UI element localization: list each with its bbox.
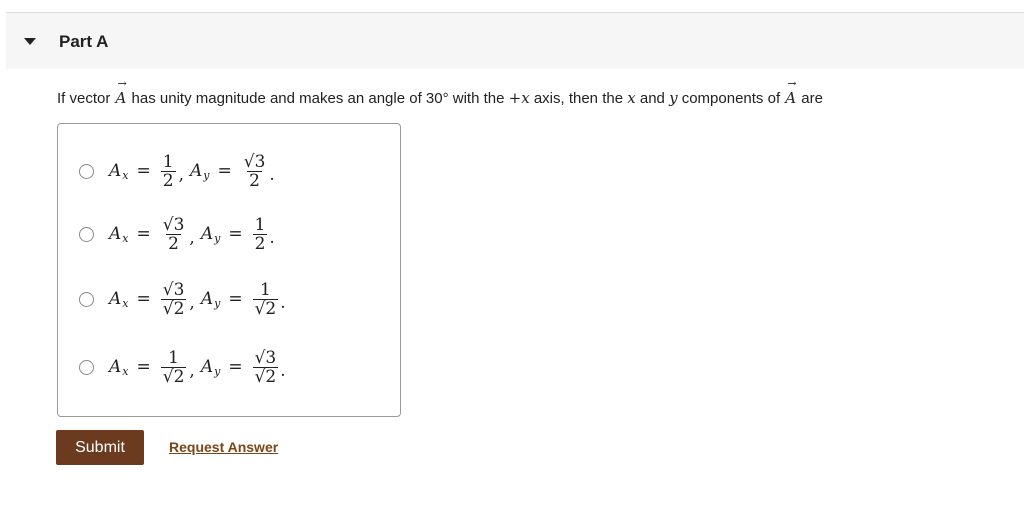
subscript-y: y [203,168,210,182]
answer-option-2[interactable]: Ax = √3 2 , Ay = 12 . [58,204,400,264]
comma: , [189,228,195,248]
ax-fraction: 12 [160,151,176,191]
part-header[interactable]: Part A [6,13,1024,69]
equals-sign: = [228,224,243,244]
subscript-y: y [214,364,221,378]
numerator: √3 [162,214,185,235]
question-fragment: are [797,90,823,107]
ax-fraction: √3 2 [161,216,187,253]
equals-sign: = [136,224,151,244]
denominator: 2 [166,233,181,254]
component-symbol: A [200,357,214,377]
subscript-x: x [122,168,129,182]
part-title: Part A [59,32,109,51]
question-fragment: axis, then the [529,90,628,107]
option-math: Ax = √3 √2 , Ay = 1 √2 . [109,281,286,318]
subscript-y: y [214,231,221,245]
component-symbol: A [109,161,122,181]
y-symbol: y [669,89,678,107]
equals-sign: = [228,289,243,309]
x-symbol: x [627,89,636,107]
plus-x-axis: +x [508,89,530,107]
component-symbol: A [109,224,122,244]
denominator: √2 [252,366,279,387]
denominator: √2 [160,298,187,319]
equals-sign: = [136,357,151,377]
period: . [280,361,286,381]
component-symbol: A [109,289,122,309]
equals-sign: = [136,161,151,181]
numerator: √3 [243,151,266,172]
caret-down-icon[interactable] [24,38,36,45]
numerator: √3 [254,347,277,368]
numerator: √3 [162,279,185,300]
denominator: √2 [252,298,279,319]
option-math: Ax = 1 √2 , Ay = √3 √2 . [109,349,286,386]
numerator: 1 [254,214,266,235]
ax-fraction: 1 √2 [160,347,187,387]
equals-sign: = [228,357,243,377]
question-fragment: components of [677,90,785,107]
ay-fraction: 12 [252,214,268,254]
question-fragment: and [635,90,670,107]
ay-fraction: √3 √2 [252,347,279,387]
option-math: Ax = √3 2 , Ay = 12 . [109,216,275,253]
request-answer-link[interactable]: Request Answer [169,439,278,455]
ay-fraction: √3 2 [242,153,268,190]
comma: , [189,361,195,381]
radio-button[interactable] [79,291,94,307]
radio-button[interactable] [79,163,94,179]
answer-option-3[interactable]: Ax = √3 √2 , Ay = 1 √2 . [58,269,400,329]
question-text: If vector A has unity magnitude and make… [57,77,823,107]
radio-button[interactable] [79,359,94,375]
comma: , [189,293,195,313]
vector-a: A [784,77,797,107]
comma: , [178,165,184,185]
submit-button[interactable]: Submit [56,430,144,465]
denominator: 2 [252,233,268,254]
equals-sign: = [136,289,151,309]
question-fragment: has unity magnitude and makes an angle o… [127,90,509,107]
option-math: Ax = 12 , Ay = √3 2 . [109,153,275,190]
vector-a: A [115,77,128,107]
subscript-y: y [214,296,221,310]
subscript-x: x [122,364,129,378]
answer-option-4[interactable]: Ax = 1 √2 , Ay = √3 √2 . [58,337,400,397]
equals-sign: = [217,161,232,181]
period: . [269,165,275,185]
period: . [280,293,286,313]
denominator: √2 [160,366,187,387]
numerator: 1 [259,279,271,300]
answer-choices: Ax = 12 , Ay = √3 2 . Ax = √3 2 , Ay = 12 … [57,123,401,417]
denominator: 2 [160,170,176,191]
period: . [269,228,275,248]
radio-button[interactable] [79,226,94,242]
numerator: 1 [168,347,179,368]
subscript-x: x [122,296,129,310]
denominator: 2 [247,170,262,191]
answer-option-1[interactable]: Ax = 12 , Ay = √3 2 . [58,141,400,201]
component-symbol: A [189,161,203,181]
component-symbol: A [109,357,122,377]
ay-fraction: 1 √2 [252,279,279,319]
ax-fraction: √3 √2 [160,279,187,319]
subscript-x: x [122,231,129,245]
numerator: 1 [162,151,174,172]
question-fragment: If vector [57,90,115,107]
component-symbol: A [200,289,214,309]
component-symbol: A [200,224,214,244]
